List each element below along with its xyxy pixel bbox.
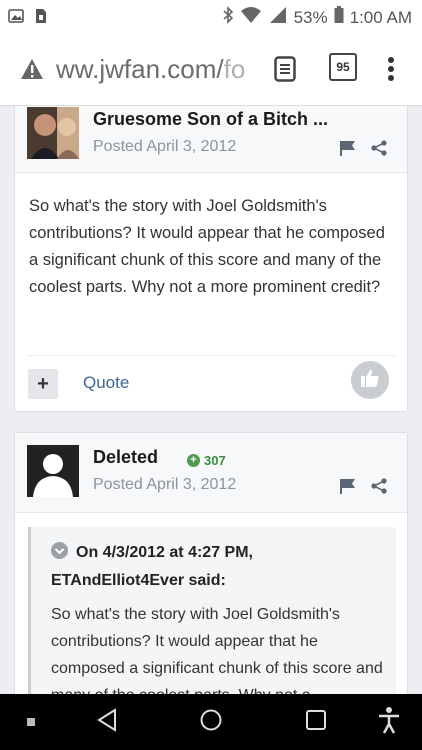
post-date: Posted April 3, 2012	[93, 476, 237, 493]
author-name[interactable]: Deleted	[93, 447, 158, 468]
multiquote-button[interactable]: +	[28, 369, 58, 399]
avatar[interactable]	[27, 445, 79, 497]
signal-icon	[268, 6, 288, 29]
recents-icon[interactable]	[305, 708, 327, 737]
battery-percent: 53%	[293, 7, 328, 27]
tab-counter-button[interactable]: 95	[329, 53, 357, 81]
system-nav-bar	[0, 694, 422, 750]
gallery-icon	[8, 8, 24, 29]
post-card: Gruesome Son of a Bitch ... Posted April…	[14, 106, 408, 412]
divider	[27, 355, 395, 356]
overflow-menu-icon[interactable]	[387, 56, 395, 87]
sim-icon	[34, 8, 48, 29]
flag-icon[interactable]	[339, 478, 357, 499]
back-icon[interactable]	[96, 708, 118, 737]
post-header: Gruesome Son of a Bitch ... Posted April…	[15, 106, 407, 173]
flag-icon[interactable]	[339, 140, 357, 161]
url-field[interactable]: ww.jwfan.com/fo	[56, 54, 256, 85]
browser-toolbar: ww.jwfan.com/fo 95	[0, 34, 422, 106]
chevron-down-icon[interactable]	[51, 542, 68, 559]
quote-citation[interactable]: On 4/3/2012 at 4:27 PM, ETAndElliot4Ever…	[51, 539, 253, 595]
bluetooth-icon	[222, 6, 234, 29]
share-icon[interactable]	[371, 140, 387, 161]
post-date: Posted April 3, 2012	[93, 138, 237, 155]
avatar[interactable]	[27, 107, 79, 159]
quote-text: So what's the story with Joel Goldsmith'…	[51, 606, 383, 694]
quote-block: On 4/3/2012 at 4:27 PM, ETAndElliot4Ever…	[28, 527, 396, 694]
post-body: So what's the story with Joel Goldsmith'…	[29, 197, 385, 296]
reputation-badge: + 307	[187, 453, 226, 468]
warning-icon[interactable]	[20, 58, 44, 85]
post-card: Deleted + 307 Posted April 3, 2012 On 4/…	[14, 432, 408, 694]
thumbs-up-icon	[360, 368, 380, 393]
wifi-icon	[240, 6, 262, 29]
home-icon[interactable]	[199, 708, 223, 737]
status-bar: 53% 1:00 AM	[0, 0, 422, 34]
battery-icon	[334, 6, 344, 29]
accessibility-icon[interactable]	[377, 706, 401, 739]
reader-mode-icon[interactable]	[274, 56, 296, 87]
like-button[interactable]	[351, 361, 389, 399]
clock: 1:00 AM	[349, 7, 412, 27]
share-icon[interactable]	[371, 478, 387, 499]
page-content: Gruesome Son of a Bitch ... Posted April…	[0, 106, 422, 694]
post-header: Deleted + 307 Posted April 3, 2012	[15, 433, 407, 513]
plus-circle-icon: +	[187, 454, 200, 467]
author-name[interactable]: Gruesome Son of a Bitch ...	[93, 109, 328, 130]
quote-button[interactable]: Quote	[83, 373, 129, 393]
dot-icon	[26, 714, 36, 732]
